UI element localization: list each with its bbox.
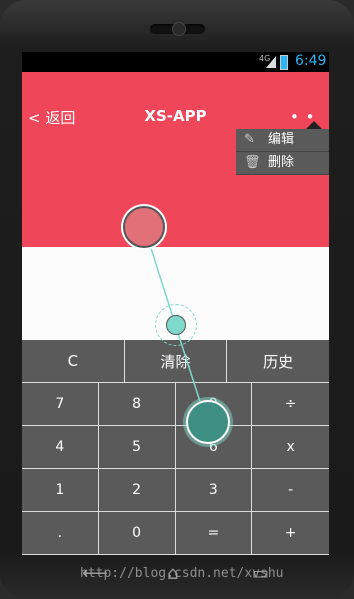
key-divide[interactable]: ÷: [252, 383, 329, 426]
key-2[interactable]: 2: [98, 469, 176, 512]
app-title: XS-APP: [144, 107, 207, 125]
watermark: http://blog.csdn.net/xvshu: [80, 566, 284, 581]
key-4[interactable]: 4: [22, 426, 99, 469]
keypad-grid: 7 8 9 ÷ 4 5 6 x 1 2 3 - . 0 = +: [22, 383, 329, 555]
drag-handle-bottom[interactable]: [186, 400, 230, 444]
battery-icon: [280, 55, 288, 70]
trash-icon: 🗑: [244, 155, 261, 170]
status-time: 6:49: [295, 53, 327, 69]
screen: 4G 6:49 < 返回 XS-APP • • • ✎ 编辑 🗑 删除 C 清除…: [22, 52, 329, 555]
status-bar: 4G 6:49: [22, 52, 329, 72]
key-8[interactable]: 8: [98, 383, 176, 426]
key-minus[interactable]: -: [252, 469, 329, 512]
key-plus[interactable]: +: [252, 512, 329, 555]
key-c[interactable]: C: [22, 340, 125, 382]
key-history[interactable]: 历史: [227, 340, 329, 382]
key-equals[interactable]: =: [175, 512, 253, 555]
overflow-menu: ✎ 编辑 🗑 删除: [236, 129, 329, 175]
key-dot[interactable]: .: [22, 512, 99, 555]
signal-icon: [266, 56, 276, 68]
drag-handle-middle-core: [166, 315, 186, 335]
keypad: C 清除 历史 7 8 9 ÷ 4 5 6 x 1 2 3 - . 0 = +: [22, 340, 329, 555]
key-multiply[interactable]: x: [252, 426, 329, 469]
menu-item-label: 编辑: [268, 132, 295, 147]
menu-item-label: 删除: [268, 155, 295, 170]
edit-icon: ✎: [244, 132, 255, 147]
menu-pointer: [306, 121, 322, 129]
drag-handle-top[interactable]: [123, 206, 165, 248]
key-clear[interactable]: 清除: [125, 340, 228, 382]
front-camera: [172, 22, 186, 36]
key-3[interactable]: 3: [175, 469, 253, 512]
key-5[interactable]: 5: [98, 426, 176, 469]
menu-item-edit[interactable]: ✎ 编辑: [236, 129, 329, 152]
keypad-row-functions: C 清除 历史: [22, 340, 329, 383]
menu-item-delete[interactable]: 🗑 删除: [236, 152, 329, 175]
key-7[interactable]: 7: [22, 383, 99, 426]
key-0[interactable]: 0: [98, 512, 176, 555]
key-1[interactable]: 1: [22, 469, 99, 512]
